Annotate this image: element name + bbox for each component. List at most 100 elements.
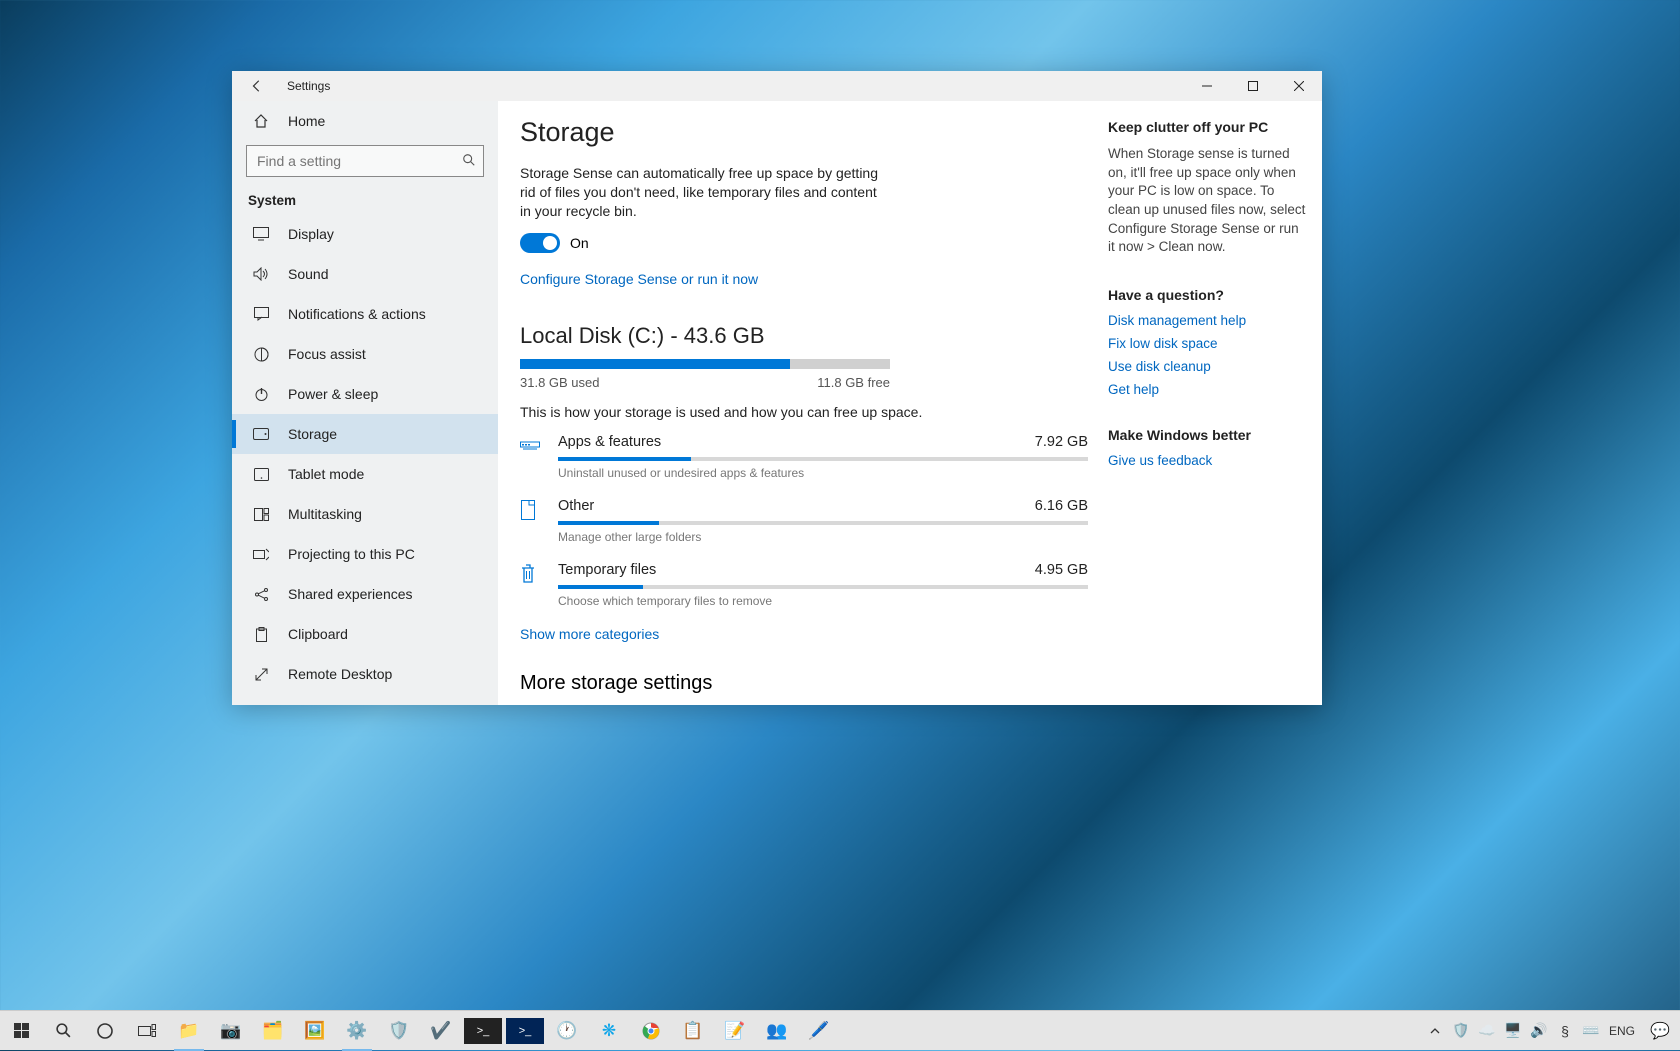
taskbar-security[interactable]: 🛡️ bbox=[378, 1011, 420, 1051]
sidebar-item-clipboard[interactable]: Clipboard bbox=[232, 614, 498, 654]
display-icon bbox=[250, 227, 272, 241]
sound-icon bbox=[250, 267, 272, 281]
disk-used-label: 31.8 GB used bbox=[520, 375, 600, 390]
taskbar-search-button[interactable] bbox=[42, 1011, 84, 1051]
sidebar-item-label: Sound bbox=[288, 266, 328, 282]
taskbar-photos[interactable]: 🖼️ bbox=[294, 1011, 336, 1051]
sidebar-item-label: Clipboard bbox=[288, 626, 348, 642]
taskbar-file-explorer[interactable]: 📁 bbox=[168, 1011, 210, 1051]
taskbar-app-3[interactable]: 📋 bbox=[672, 1011, 714, 1051]
titlebar: Settings bbox=[232, 71, 1322, 101]
sidebar-item-label: Storage bbox=[288, 426, 337, 442]
taskbar-settings[interactable]: ⚙️ bbox=[336, 1011, 378, 1051]
taskbar-clock-app[interactable]: 🕐 bbox=[546, 1011, 588, 1051]
storage-sense-desc: Storage Sense can automatically free up … bbox=[520, 164, 890, 221]
aside-panel: Keep clutter off your PC When Storage se… bbox=[1108, 101, 1322, 705]
sidebar-home[interactable]: Home bbox=[232, 101, 498, 141]
toggle-state-label: On bbox=[570, 235, 589, 251]
taskbar-app-2[interactable]: ❋ bbox=[588, 1011, 630, 1051]
other-icon bbox=[520, 498, 546, 520]
sidebar-item-storage[interactable]: Storage bbox=[232, 414, 498, 454]
taskbar-app-1[interactable]: 🗂️ bbox=[252, 1011, 294, 1051]
category-name: Apps & features bbox=[558, 434, 661, 450]
help-link-get-help[interactable]: Get help bbox=[1108, 382, 1306, 397]
taskbar-notepad[interactable]: 📝 bbox=[714, 1011, 756, 1051]
close-button[interactable] bbox=[1276, 71, 1322, 101]
sidebar-item-label: Display bbox=[288, 226, 334, 242]
sidebar-item-label: Tablet mode bbox=[288, 466, 364, 482]
main-content: Storage Storage Sense can automatically … bbox=[498, 101, 1108, 705]
tray-onedrive-icon[interactable]: ☁️ bbox=[1474, 1011, 1500, 1051]
tray-app-icon[interactable]: § bbox=[1552, 1011, 1578, 1051]
category-subtext: Manage other large folders bbox=[558, 530, 1088, 544]
taskbar-todo[interactable]: ✔️ bbox=[420, 1011, 462, 1051]
sidebar-item-label: Shared experiences bbox=[288, 586, 413, 602]
aside-clutter-title: Keep clutter off your PC bbox=[1108, 119, 1306, 135]
task-view-button[interactable] bbox=[126, 1011, 168, 1051]
taskbar-camera[interactable]: 📷 bbox=[210, 1011, 252, 1051]
storage-category-apps-features[interactable]: Apps & features7.92 GBUninstall unused o… bbox=[520, 434, 1088, 480]
help-link-disk-management-help[interactable]: Disk management help bbox=[1108, 313, 1306, 328]
tray-overflow[interactable] bbox=[1422, 1011, 1448, 1051]
taskbar-people[interactable]: 👥 bbox=[756, 1011, 798, 1051]
focus-icon bbox=[250, 347, 272, 362]
storage-category-other[interactable]: Other 6.16 GB Manage other large folders bbox=[520, 498, 1088, 544]
storage-sense-toggle[interactable] bbox=[520, 233, 560, 253]
multitask-icon bbox=[250, 508, 272, 521]
sidebar-item-display[interactable]: Display bbox=[232, 214, 498, 254]
category-subtext: Uninstall unused or undesired apps & fea… bbox=[558, 466, 1088, 480]
sidebar-item-sound[interactable]: Sound bbox=[232, 254, 498, 294]
cortana-button[interactable] bbox=[84, 1011, 126, 1051]
more-storage-title: More storage settings bbox=[520, 672, 1088, 695]
storage-category-temporary-files[interactable]: Temporary files4.95 GBChoose which tempo… bbox=[520, 562, 1088, 608]
minimize-button[interactable] bbox=[1184, 71, 1230, 101]
feedback-link[interactable]: Give us feedback bbox=[1108, 453, 1306, 468]
sidebar-item-notifications-actions[interactable]: Notifications & actions bbox=[232, 294, 498, 334]
disk-free-label: 11.8 GB free bbox=[817, 375, 890, 390]
sidebar-item-label: Notifications & actions bbox=[288, 306, 426, 322]
disk-title: Local Disk (C:) - 43.6 GB bbox=[520, 323, 1088, 349]
taskbar-app-4[interactable]: 🖊️ bbox=[798, 1011, 840, 1051]
help-link-use-disk-cleanup[interactable]: Use disk cleanup bbox=[1108, 359, 1306, 374]
maximize-button[interactable] bbox=[1230, 71, 1276, 101]
tray-volume-icon[interactable]: 🔊 bbox=[1526, 1011, 1552, 1051]
tray-network-icon[interactable]: 🖥️ bbox=[1500, 1011, 1526, 1051]
taskbar-chrome[interactable] bbox=[630, 1011, 672, 1051]
sidebar-item-projecting-to-this-pc[interactable]: Projecting to this PC bbox=[232, 534, 498, 574]
tray-language[interactable]: ENG bbox=[1604, 1011, 1640, 1051]
page-title: Storage bbox=[520, 117, 1088, 148]
taskbar-powershell[interactable]: >_ bbox=[506, 1018, 544, 1044]
back-button[interactable] bbox=[242, 71, 272, 101]
aside-better-title: Make Windows better bbox=[1108, 427, 1306, 443]
shared-icon bbox=[250, 587, 272, 602]
apps-icon bbox=[520, 434, 546, 452]
sidebar-item-label: Power & sleep bbox=[288, 386, 378, 402]
action-center-button[interactable]: 💬 bbox=[1640, 1021, 1680, 1041]
category-size: 6.16 GB bbox=[1035, 498, 1088, 514]
project-icon bbox=[250, 548, 272, 561]
sidebar-item-focus-assist[interactable]: Focus assist bbox=[232, 334, 498, 374]
start-button[interactable] bbox=[0, 1011, 42, 1051]
category-subtext: Choose which temporary files to remove bbox=[558, 594, 1088, 608]
help-link-fix-low-disk-space[interactable]: Fix low disk space bbox=[1108, 336, 1306, 351]
search-input[interactable] bbox=[246, 145, 484, 177]
show-more-categories-link[interactable]: Show more categories bbox=[520, 626, 659, 642]
configure-storage-sense-link[interactable]: Configure Storage Sense or run it now bbox=[520, 271, 758, 287]
aside-clutter-text: When Storage sense is turned on, it'll f… bbox=[1108, 145, 1306, 257]
sidebar-item-multitasking[interactable]: Multitasking bbox=[232, 494, 498, 534]
tray-keyboard-icon[interactable]: ⌨️ bbox=[1578, 1011, 1604, 1051]
sidebar: Home System DisplaySoundNotifications & … bbox=[232, 101, 498, 705]
sidebar-item-power-sleep[interactable]: Power & sleep bbox=[232, 374, 498, 414]
sidebar-item-remote-desktop[interactable]: Remote Desktop bbox=[232, 654, 498, 694]
sidebar-home-label: Home bbox=[288, 113, 325, 129]
sidebar-item-label: Projecting to this PC bbox=[288, 546, 415, 562]
sidebar-item-shared-experiences[interactable]: Shared experiences bbox=[232, 574, 498, 614]
tray-security-icon[interactable]: 🛡️ bbox=[1448, 1011, 1474, 1051]
category-size: 4.95 GB bbox=[1035, 562, 1088, 578]
sidebar-item-label: Multitasking bbox=[288, 506, 362, 522]
category-name: Other bbox=[558, 498, 594, 514]
sidebar-item-tablet-mode[interactable]: Tablet mode bbox=[232, 454, 498, 494]
search-container bbox=[232, 145, 498, 177]
category-bar bbox=[558, 585, 1088, 589]
taskbar-cmd[interactable]: >_ bbox=[464, 1018, 502, 1044]
